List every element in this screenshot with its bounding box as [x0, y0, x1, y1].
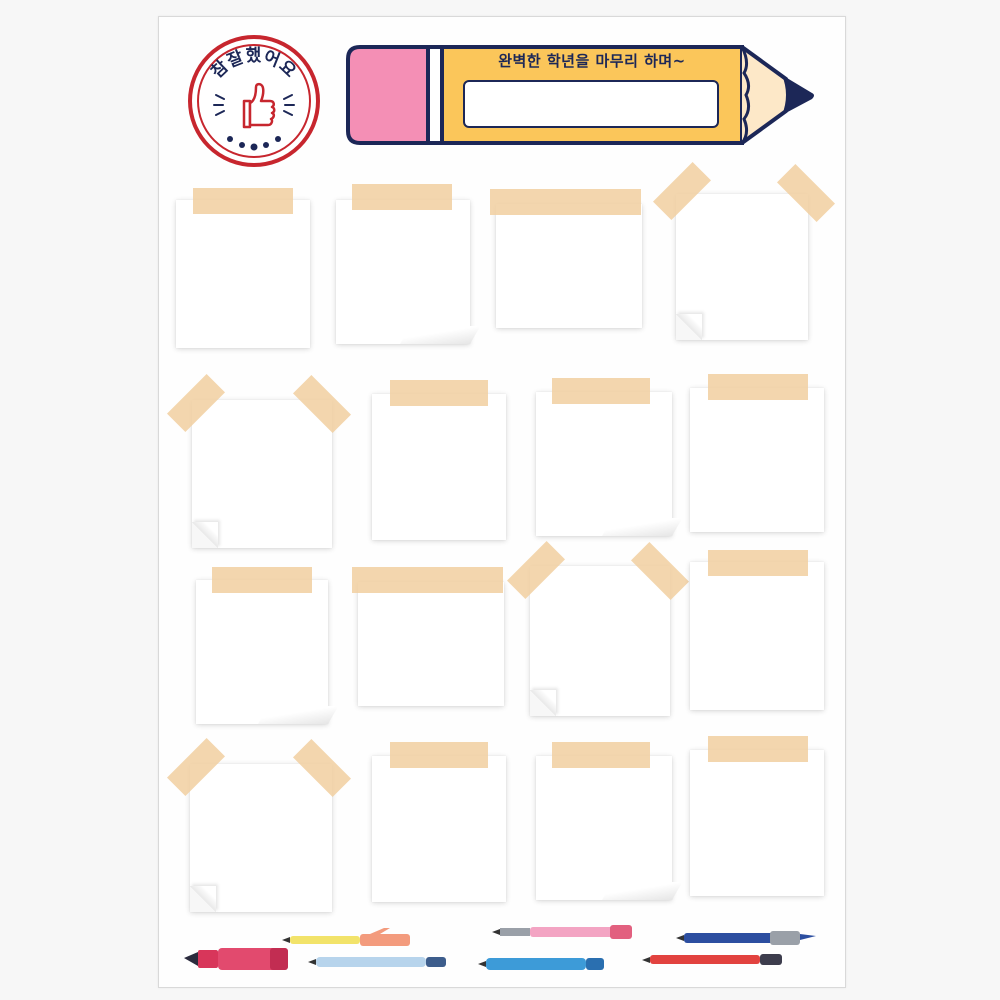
tape-strip [212, 567, 312, 593]
sticky-note[interactable] [336, 200, 470, 344]
tape-strip [352, 184, 452, 210]
highlighter-icon [184, 948, 288, 970]
sticky-note[interactable] [372, 756, 506, 902]
name-entry-box[interactable] [463, 80, 719, 128]
pen-icon [642, 954, 782, 965]
tape-strip [390, 742, 488, 768]
sticky-note[interactable] [192, 400, 332, 548]
tape-strip [490, 189, 641, 215]
sticky-note[interactable] [690, 562, 824, 710]
pen-icon [308, 957, 446, 967]
sticky-note[interactable] [530, 566, 670, 716]
pencil-caption: 완벽한 학년을 마무리 하며~ [498, 52, 686, 70]
pen-icon [282, 928, 410, 946]
tape-strip [193, 188, 293, 214]
sticky-note[interactable] [536, 756, 672, 900]
sticky-note[interactable] [536, 392, 672, 536]
tape-strip [552, 742, 650, 768]
stationery-decoration [170, 920, 830, 980]
sticky-note[interactable] [690, 750, 824, 896]
sticky-note[interactable] [190, 764, 332, 912]
sticky-note[interactable] [358, 582, 508, 714]
sticky-note[interactable] [176, 200, 310, 348]
sticky-note[interactable] [496, 204, 646, 336]
tape-strip [552, 378, 650, 404]
tape-strip [708, 374, 808, 400]
sticky-note[interactable] [196, 580, 328, 724]
tape-strip [708, 736, 808, 762]
sticky-note[interactable] [676, 194, 808, 340]
pen-icon [492, 925, 632, 939]
pen-icon [676, 931, 816, 945]
sticky-note[interactable] [372, 394, 506, 540]
pen-icon [478, 958, 604, 970]
sticky-note[interactable] [690, 388, 824, 532]
tape-strip [352, 567, 503, 593]
tape-strip [390, 380, 488, 406]
tape-strip [708, 550, 808, 576]
praise-stamp: 참잘했어요 [186, 33, 322, 169]
